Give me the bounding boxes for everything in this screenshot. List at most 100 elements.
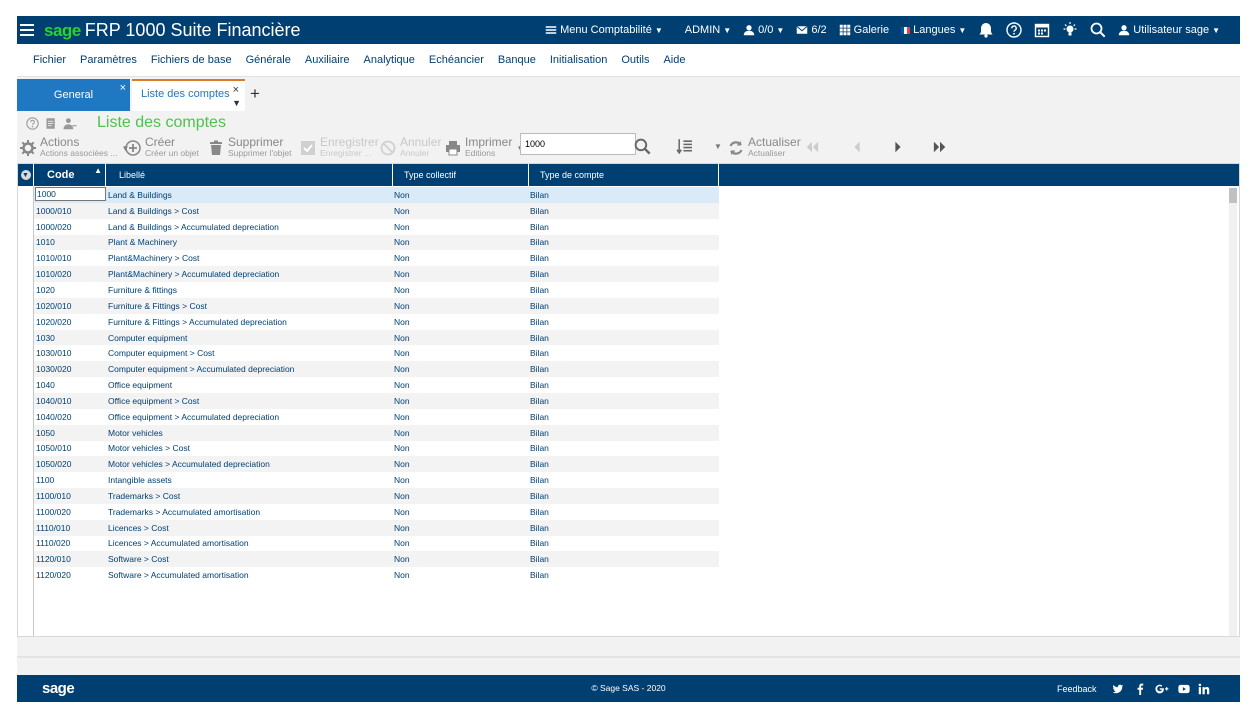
menu-comptabilite-dropdown[interactable]: Menu Comptabilité ▼	[539, 24, 669, 36]
table-row[interactable]: 1100/010 Trademarks > Cost Non Bilan	[34, 488, 719, 504]
add-tab-icon[interactable]: +	[250, 84, 260, 104]
table-row[interactable]: 1050/020 Motor vehicles > Accumulated dep…	[34, 456, 719, 473]
admin-dropdown[interactable]: ADMIN ▼	[679, 24, 737, 36]
document-icon[interactable]	[45, 117, 57, 130]
messages-button[interactable]: 6/2	[790, 24, 832, 36]
help-button[interactable]	[1000, 22, 1028, 38]
table-row[interactable]: 1040/010 Office equipment > Cost Non Bilan	[34, 392, 719, 409]
menu-aide[interactable]: Aide	[656, 54, 692, 66]
search-icon[interactable]	[634, 138, 651, 155]
menu-banque[interactable]: Banque	[491, 54, 543, 66]
table-row[interactable]: 1110/010 Licences > Cost Non Bilan	[34, 519, 719, 536]
linkedin-icon[interactable]	[1198, 683, 1210, 695]
actions-button[interactable]: Actions Actions associées ... ▼	[20, 134, 129, 162]
table-row[interactable]: 1050/010 Motor vehicles > Cost Non Bilan	[34, 441, 719, 457]
table-row[interactable]: 1100/020 Trademarks > Accumulated amortis…	[34, 504, 719, 520]
table-row[interactable]: 1000/020 Land & Buildings > Accumulated d…	[34, 219, 719, 235]
table-row[interactable]: 1120/020 Software > Accumulated amortisat…	[34, 567, 719, 583]
cell-type-compte: Bilan	[530, 237, 549, 248]
table-row[interactable]: 1010 Plant & Machinery Non Bilan	[34, 234, 719, 251]
menu-auxiliaire[interactable]: Auxiliaire	[298, 54, 357, 66]
column-header-libelle[interactable]: Libellé	[106, 164, 393, 186]
user-settings-icon[interactable]	[63, 117, 77, 130]
cell-type-compte: Bilan	[530, 189, 549, 200]
tab-general[interactable]: General ×	[17, 79, 130, 111]
column-header-code[interactable]: Code ▲	[34, 164, 106, 186]
facebook-icon[interactable]	[1134, 683, 1146, 695]
table-row[interactable]: 1010/020 Plant&Machinery > Accumulated de…	[34, 266, 719, 283]
table-row[interactable]: 1030 Computer equipment Non Bilan	[34, 329, 719, 346]
cell-type-compte: Bilan	[530, 348, 549, 359]
table-row[interactable]: 1030/010 Computer equipment > Cost Non Bila…	[34, 345, 719, 361]
search-button[interactable]	[1084, 22, 1112, 38]
grid-options-button[interactable]: ▼	[18, 164, 34, 186]
table-row[interactable]: 1050 Motor vehicles Non Bilan	[34, 424, 719, 441]
help-icon[interactable]	[26, 116, 39, 130]
table-row[interactable]: 1040 Office equipment Non Bilan	[34, 377, 719, 393]
column-header-code-label: Code	[47, 169, 75, 181]
cell-type-collectif: Non	[394, 205, 410, 216]
column-header-type-collectif[interactable]: Type collectif	[393, 164, 529, 186]
table-row[interactable]: 1020 Furniture & fittings Non Bilan	[34, 282, 719, 298]
sort-icon[interactable]	[676, 138, 693, 155]
cell-type-collectif: Non	[394, 284, 410, 295]
column-header-type-compte[interactable]: Type de compte	[529, 164, 719, 186]
menu-echeancier[interactable]: Echéancier	[422, 54, 491, 66]
tips-button[interactable]	[1056, 22, 1084, 38]
scrollbar-thumb[interactable]	[1229, 188, 1237, 203]
table-row[interactable]: 1100 Intangible assets Non Bilan	[34, 472, 719, 488]
menu-fichier[interactable]: Fichier	[17, 54, 73, 66]
twitter-icon[interactable]	[1112, 683, 1124, 695]
gallery-button[interactable]: Galerie	[833, 24, 895, 36]
menu-generale[interactable]: Générale	[239, 54, 298, 66]
menu-initialisation[interactable]: Initialisation	[543, 54, 614, 66]
google-plus-icon[interactable]	[1155, 683, 1169, 695]
feedback-link[interactable]: Feedback	[1057, 684, 1097, 694]
notifications-button[interactable]	[972, 22, 1000, 38]
create-button[interactable]: Créer Créer un objet	[125, 134, 199, 162]
tab-liste-des-comptes[interactable]: Liste des comptes × ▼	[132, 79, 245, 111]
table-row[interactable]: 1040/020 Office equipment > Accumulated d…	[34, 409, 719, 425]
cell-type-compte: Bilan	[530, 490, 549, 501]
users-dropdown[interactable]: 0/0 ▼	[737, 24, 790, 36]
search-input[interactable]	[520, 133, 636, 155]
hamburger-menu-icon[interactable]	[20, 24, 38, 36]
menu-outils[interactable]: Outils	[614, 54, 656, 66]
youtube-icon[interactable]	[1177, 683, 1191, 695]
menu-analytique[interactable]: Analytique	[357, 54, 422, 66]
languages-dropdown[interactable]: Langues ▼	[895, 24, 972, 36]
cell-type-collectif: Non	[394, 459, 410, 470]
menu-parametres[interactable]: Paramètres	[73, 54, 144, 66]
chevron-down-icon[interactable]: ▼	[714, 142, 722, 151]
cell-code: 1110/010	[36, 522, 71, 533]
close-icon[interactable]: ×	[233, 84, 239, 96]
table-row[interactable]: 1020/020 Furniture & Fittings > Accumulat…	[34, 314, 719, 330]
table-row[interactable]: 1010/010 Plant&Machinery > Cost Non Bilan	[34, 250, 719, 266]
next-page-icon[interactable]	[891, 140, 905, 154]
print-button[interactable]: ImprimerEditions ▼	[445, 134, 524, 162]
table-row[interactable]: 1020/010 Furniture & Fittings > Cost Non Bi…	[34, 297, 719, 314]
save-button[interactable]: Enregistrer Enregistrer ...	[300, 134, 379, 162]
last-page-icon[interactable]	[933, 140, 947, 154]
user-menu-dropdown[interactable]: Utilisateur sage ▼	[1112, 24, 1226, 36]
first-page-icon[interactable]	[805, 140, 819, 154]
table-row[interactable]: 1030/020 Computer equipment > Accumulated…	[34, 361, 719, 378]
app-brand[interactable]: sage FRP 1000 Suite Financière	[44, 20, 301, 41]
table-row[interactable]: 1000 Land & Buildings Non Bilan	[34, 187, 719, 203]
menu-fichiers-de-base[interactable]: Fichiers de base	[144, 54, 239, 66]
close-icon[interactable]: ×	[120, 82, 126, 94]
calendar-button[interactable]	[1028, 22, 1056, 38]
create-label: Créer	[145, 135, 176, 149]
cancel-button[interactable]: Annuler Annuler	[380, 134, 441, 162]
table-row[interactable]: 1110/020 Licences > Accumulated amortisat…	[34, 536, 719, 552]
tab-liste-label: Liste des comptes	[141, 88, 230, 100]
refresh-button[interactable]: Actualiser Actualiser	[728, 134, 801, 162]
vertical-scrollbar[interactable]	[1229, 188, 1237, 636]
cell-type-collectif: Non	[394, 221, 410, 232]
table-row[interactable]: 1120/010 Software > Cost Non Bilan	[34, 551, 719, 568]
table-row[interactable]: 1000/010 Land & Buildings > Cost Non Bilan	[34, 202, 719, 219]
previous-page-icon[interactable]	[850, 140, 864, 154]
delete-button[interactable]: Supprimer Supprimer l'objet	[208, 134, 292, 162]
cell-type-collectif: Non	[394, 443, 410, 454]
chevron-down-icon[interactable]: ▼	[232, 98, 241, 108]
